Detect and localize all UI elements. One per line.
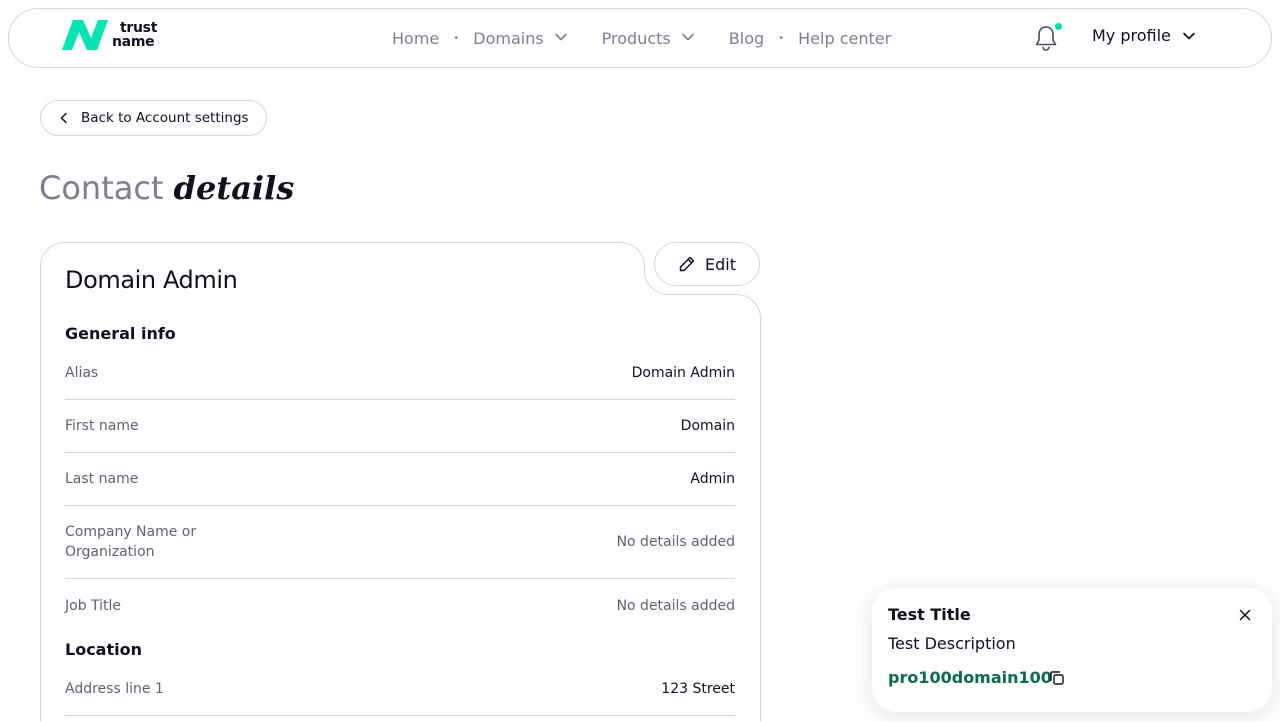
nav-home-label: Home bbox=[392, 28, 440, 48]
detail-row-address-line-1: Address line 1 123 Street bbox=[65, 663, 735, 716]
toast-description: Test Description bbox=[888, 634, 1016, 653]
chevron-down-icon bbox=[554, 29, 568, 48]
chevron-down-icon bbox=[681, 29, 695, 48]
row-value: 123 Street bbox=[661, 681, 735, 697]
back-to-account-settings-button[interactable]: Back to Account settings bbox=[40, 100, 267, 136]
detail-row-first-name: First name Domain bbox=[65, 400, 735, 453]
row-label: Alias bbox=[65, 365, 99, 381]
page-title: Contact details bbox=[39, 166, 294, 210]
edit-button-label: Edit bbox=[705, 254, 736, 274]
logo-wordmark-line2: name bbox=[112, 34, 155, 50]
logo-wordmark-line1: trust bbox=[120, 20, 158, 36]
row-value: Domain Admin bbox=[631, 365, 735, 381]
edit-button[interactable]: Edit bbox=[654, 242, 760, 286]
chevron-down-icon bbox=[1182, 29, 1196, 43]
notification-indicator bbox=[1055, 23, 1062, 30]
detail-row-alias: Alias Domain Admin bbox=[65, 347, 735, 400]
toast-notification: Test Title Test Description pro100domain… bbox=[872, 588, 1272, 712]
general-info-heading: General info bbox=[65, 324, 176, 343]
trustname-logo[interactable]: trust name bbox=[61, 18, 157, 52]
logo-wordmark: trust name bbox=[112, 21, 157, 49]
row-label: First name bbox=[65, 418, 139, 434]
row-label: Address line 1 bbox=[65, 681, 164, 697]
row-value: No details added bbox=[616, 597, 735, 614]
my-profile-label: My profile bbox=[1092, 26, 1171, 45]
toast-code: pro100domain100 bbox=[888, 668, 1052, 687]
nav-separator: • bbox=[778, 32, 785, 44]
main-nav: Home • Domains Products Blog • Help cent… bbox=[392, 9, 891, 67]
copy-code-button[interactable] bbox=[1048, 669, 1066, 691]
nav-home[interactable]: Home bbox=[392, 29, 439, 48]
location-heading: Location bbox=[65, 640, 142, 659]
nav-domains[interactable]: Domains bbox=[473, 29, 567, 48]
back-button-label: Back to Account settings bbox=[81, 110, 249, 126]
detail-row-last-name: Last name Admin bbox=[65, 453, 735, 506]
row-label: Company Name or Organization bbox=[65, 524, 197, 560]
card-title: Domain Admin bbox=[65, 266, 238, 294]
page-title-regular: Contact bbox=[39, 169, 164, 207]
page-title-emphasis: details bbox=[173, 169, 295, 207]
close-toast-button[interactable] bbox=[1238, 607, 1252, 626]
logo-mark-icon bbox=[62, 20, 108, 50]
nav-help-center-label: Help center bbox=[798, 28, 892, 48]
row-label: Last name bbox=[65, 471, 139, 487]
nav-domains-label: Domains bbox=[473, 28, 544, 48]
top-navigation-bar: trust name Home • Domains Products Blog … bbox=[8, 8, 1272, 68]
copy-icon bbox=[1050, 671, 1064, 685]
pencil-icon bbox=[678, 255, 696, 273]
chevron-left-icon bbox=[59, 112, 69, 124]
row-value: No details added bbox=[616, 534, 735, 550]
row-value: Admin bbox=[690, 471, 735, 487]
nav-blog[interactable]: Blog bbox=[729, 29, 764, 48]
my-profile-menu[interactable]: My profile bbox=[1092, 26, 1196, 45]
detail-row-job-title: Job Title No details added bbox=[65, 579, 735, 632]
nav-separator: • bbox=[453, 32, 460, 44]
nav-products-label: Products bbox=[601, 28, 671, 48]
nav-help-center[interactable]: Help center bbox=[798, 29, 891, 48]
detail-row-company: Company Name or Organization No details … bbox=[65, 506, 735, 579]
row-label: Job Title bbox=[65, 597, 122, 614]
close-icon bbox=[1239, 609, 1251, 621]
toast-title: Test Title bbox=[888, 605, 971, 624]
nav-products[interactable]: Products bbox=[602, 29, 695, 48]
nav-blog-label: Blog bbox=[728, 28, 765, 48]
row-value: Domain bbox=[680, 418, 735, 434]
